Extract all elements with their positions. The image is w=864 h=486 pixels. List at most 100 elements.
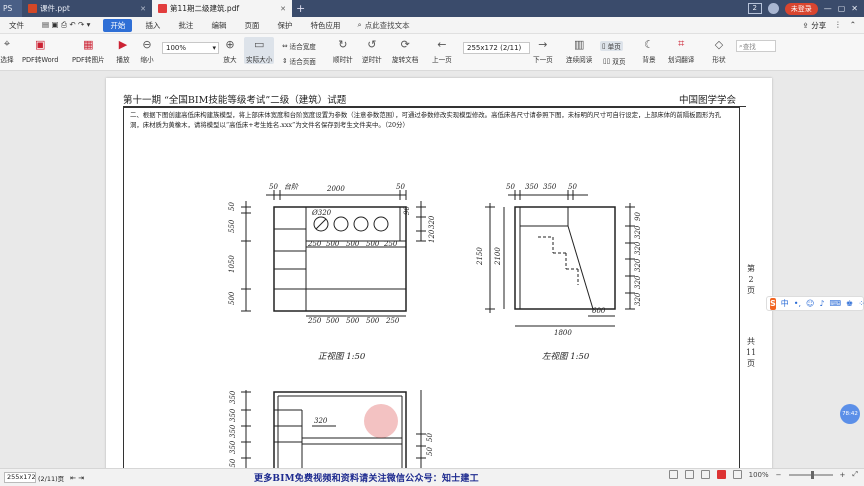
dim-label: 90 bbox=[634, 212, 642, 221]
fullscreen-icon[interactable]: ⤢ bbox=[852, 470, 858, 479]
ppt-tab-label: 课件.ppt bbox=[40, 4, 70, 13]
avatar[interactable] bbox=[767, 3, 779, 14]
zoom-in-button[interactable]: ⊕ 放大 bbox=[223, 37, 237, 65]
background-button[interactable]: ☾ 背景 bbox=[642, 37, 656, 65]
actual-size-button[interactable]: ▭ 实际大小 bbox=[244, 37, 275, 64]
select-tool[interactable]: ⌖ 选择 bbox=[0, 37, 14, 64]
minimize-icon[interactable]: — bbox=[824, 4, 832, 13]
play-button[interactable]: ▶ 播放 bbox=[116, 37, 130, 65]
rotate-ccw-button[interactable]: ↺ 逆时针 bbox=[362, 37, 382, 65]
view-icon[interactable] bbox=[684, 470, 694, 479]
menu-edit[interactable]: 编辑 bbox=[202, 20, 235, 31]
zoom-out-icon[interactable]: − bbox=[776, 471, 782, 479]
pdf-image-icon: ▦ bbox=[83, 37, 94, 51]
login-button[interactable]: 未登录 bbox=[784, 2, 818, 15]
play-icon[interactable] bbox=[716, 470, 726, 479]
tab-home[interactable]: PS bbox=[0, 0, 22, 17]
dim-label: 2100 bbox=[494, 247, 502, 266]
document-viewport[interactable]: 第十一期 “全国BIM技能等级考试”二级（建筑）试题 中国图学学会 二、根据下图… bbox=[0, 71, 864, 468]
dim-label: 350 bbox=[229, 440, 237, 454]
zoom-slider[interactable] bbox=[788, 470, 833, 479]
menu-protect[interactable]: 保护 bbox=[268, 20, 301, 31]
view-icon[interactable] bbox=[732, 470, 742, 479]
menu-start[interactable]: 开始 bbox=[103, 18, 133, 32]
zoom-in-icon: ⊕ bbox=[225, 37, 235, 51]
punctuation-icon[interactable]: •, bbox=[794, 299, 801, 308]
emoji-icon[interactable]: ☺ bbox=[806, 299, 814, 308]
continuous-read-button[interactable]: ▥ 连续阅读 bbox=[566, 37, 593, 65]
pdf-to-image-button[interactable]: ▦ PDF转图片 bbox=[72, 37, 105, 65]
menu-features[interactable]: 特色应用 bbox=[301, 20, 349, 31]
maximize-icon[interactable]: ▢ bbox=[838, 4, 846, 13]
menu-bar: 文件 ▤ ▣ ⎙ ↶ ↷ ▾ 开始 插入 批注 编辑 页面 保护 特色应用 ⌕ … bbox=[0, 17, 864, 34]
dim-label: 2000 bbox=[326, 185, 345, 193]
close-icon[interactable]: ✕ bbox=[280, 5, 286, 13]
dim-label: 320 bbox=[634, 225, 642, 239]
find-text-box[interactable]: ⌕ 点此查找文本 bbox=[357, 20, 409, 31]
pdf-image-label: PDF转图片 bbox=[72, 56, 105, 64]
share-label: 分享 bbox=[811, 20, 827, 30]
pdf-word-label: PDF转Word bbox=[22, 56, 59, 64]
single-page-button[interactable]: ▯ 单页 bbox=[600, 41, 623, 51]
view-icon[interactable] bbox=[668, 470, 678, 479]
zoom-out-button[interactable]: ⊖ 缩小 bbox=[140, 37, 154, 65]
status-nav-icons[interactable]: ⇤ ⇥ bbox=[70, 474, 84, 482]
share-icon[interactable]: ⇪ 分享 bbox=[803, 20, 827, 31]
dim-label: 120 bbox=[428, 229, 436, 243]
question-text: 二、根据下图创建高低床构建族模型，将上部床体宽度和台阶宽度设置为参数（注意参数范… bbox=[130, 111, 722, 129]
ime-language[interactable]: 中 bbox=[781, 298, 789, 309]
pdf-word-icon: ▣ bbox=[34, 37, 46, 51]
tab-count-badge[interactable]: 2 bbox=[747, 3, 762, 14]
ribbon-search-label: 查找 bbox=[742, 43, 756, 51]
floating-timer-bubble[interactable]: 78:42 bbox=[840, 404, 860, 424]
status-page-input[interactable]: 255x172 bbox=[4, 472, 36, 483]
pdf-to-word-button[interactable]: ▣ PDF转Word bbox=[22, 37, 59, 65]
keyboard-icon[interactable]: ⌨ bbox=[829, 299, 841, 308]
prev-page-button[interactable]: ← 上一页 bbox=[432, 37, 452, 65]
tab-ppt[interactable]: 课件.ppt ✕ bbox=[22, 0, 152, 17]
ime-toolbar[interactable]: S 中 •, ☺ ♪ ⌨ ♚ ⁘ bbox=[766, 296, 864, 311]
status-page-count: (2/11)页 bbox=[38, 474, 65, 483]
fit-width-button[interactable]: ⇔ 适合宽度 bbox=[282, 41, 316, 51]
dim-label: 350 bbox=[229, 390, 237, 404]
chevron-down-icon[interactable]: ▾ bbox=[212, 43, 216, 53]
menu-file[interactable]: 文件 bbox=[0, 20, 33, 31]
zoom-in-icon[interactable]: + bbox=[840, 471, 846, 479]
dim-label: 500 bbox=[346, 240, 360, 248]
tab-bar: PS 课件.ppt ✕ 第11期二级建筑.pdf ✕ + 2 未登录 — ▢ ✕ bbox=[0, 0, 864, 17]
shape-button[interactable]: ◇ 形状 bbox=[712, 37, 726, 65]
fit-page-button[interactable]: ⇕ 适合页面 bbox=[282, 56, 316, 66]
close-window-icon[interactable]: ✕ bbox=[851, 4, 858, 13]
new-tab-icon[interactable]: + bbox=[292, 2, 309, 15]
ribbon-search-box[interactable]: ⌕ 查找 bbox=[736, 40, 776, 52]
continuous-label: 连续阅读 bbox=[566, 56, 593, 64]
mic-icon[interactable]: ♪ bbox=[819, 299, 824, 308]
rotate-cw-button[interactable]: ↻ 顺时针 bbox=[333, 37, 353, 65]
collapse-icon[interactable]: ⌃ bbox=[850, 20, 856, 31]
rotate-doc-button[interactable]: ⟳ 旋转文档 bbox=[392, 37, 418, 65]
close-icon[interactable]: ✕ bbox=[140, 5, 146, 13]
page-header-title: 第十一期 “全国BIM技能等级考试”二级（建筑）试题 bbox=[123, 95, 347, 106]
sogou-icon[interactable]: S bbox=[770, 297, 776, 310]
view-icon[interactable] bbox=[700, 470, 710, 479]
page-input[interactable]: 255x172 (2/11) bbox=[463, 42, 530, 54]
more-icon[interactable]: ⋮ bbox=[834, 20, 842, 31]
dim-label: 1800 bbox=[554, 329, 572, 337]
menu-insert[interactable]: 插入 bbox=[136, 20, 169, 31]
menu-page[interactable]: 页面 bbox=[235, 20, 268, 31]
menu-icons[interactable]: ▤ ▣ ⎙ ↶ ↷ ▾ bbox=[33, 20, 99, 30]
double-page-button[interactable]: ▯▯ 双页 bbox=[603, 56, 625, 66]
zoom-input[interactable]: 100% ▾ bbox=[162, 42, 219, 54]
next-page-button[interactable]: → 下一页 bbox=[533, 37, 553, 65]
skin-icon[interactable]: ♚ bbox=[846, 299, 853, 308]
next-page-label: 下一页 bbox=[533, 56, 553, 64]
tab-pdf[interactable]: 第11期二级建筑.pdf ✕ bbox=[152, 0, 292, 17]
grid-icon[interactable]: ⁘ bbox=[858, 299, 864, 308]
translate-button[interactable]: ⌗ 划词翻译 bbox=[668, 37, 694, 64]
arrow-left-icon: ← bbox=[437, 37, 447, 51]
play-icon: ▶ bbox=[118, 37, 128, 51]
left-view-drawing: 50 350 350 50 2150 2100 90 320 320 320 3… bbox=[476, 183, 642, 337]
menu-annotate[interactable]: 批注 bbox=[169, 20, 202, 31]
dim-label: 500 bbox=[228, 291, 236, 305]
fit-width-icon: ⇔ bbox=[282, 42, 288, 50]
